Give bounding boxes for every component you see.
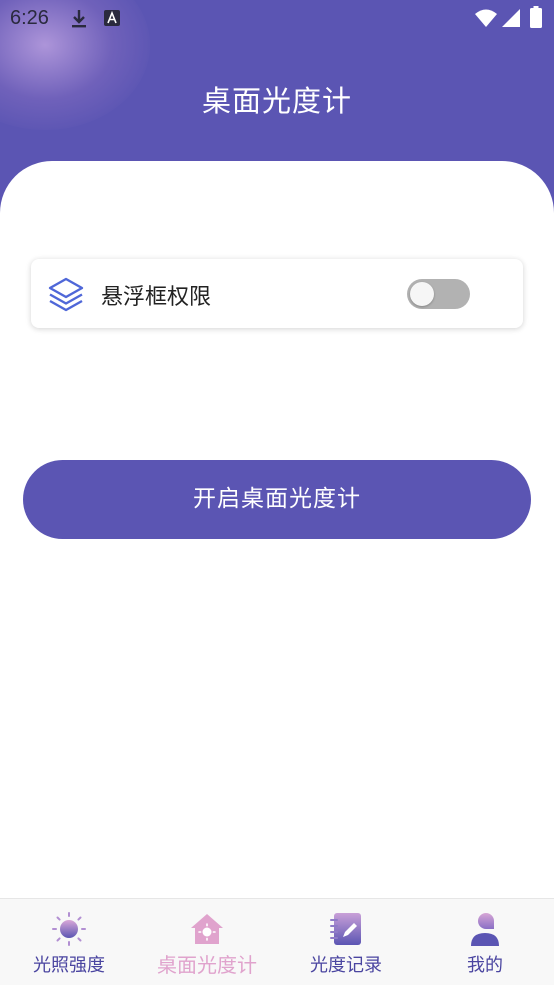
nav-label-light-records: 光度记录 <box>310 955 382 976</box>
bottom-nav: 光照强度 桌面光度计 光度记录 我的 <box>0 898 554 985</box>
start-meter-button[interactable]: 开启桌面光度计 <box>23 460 531 539</box>
nav-item-desktop-meter[interactable]: 桌面光度计 <box>138 899 276 985</box>
nav-item-mine[interactable]: 我的 <box>416 899 554 985</box>
notebook-pen-icon <box>330 913 361 945</box>
sun-icon <box>52 912 86 946</box>
status-bar: 6:26 <box>0 0 554 38</box>
user-icon <box>471 913 499 946</box>
battery-icon <box>530 6 542 28</box>
a-icon <box>104 10 120 26</box>
house-sun-icon <box>191 914 223 944</box>
status-time: 6:26 <box>10 7 49 29</box>
nav-label-mine: 我的 <box>467 955 503 976</box>
download-icon <box>72 10 86 28</box>
permission-toggle[interactable] <box>407 279 470 309</box>
nav-item-light-records[interactable]: 光度记录 <box>277 899 415 985</box>
signal-icon <box>502 9 520 27</box>
permission-label: 悬浮框权限 <box>101 285 212 310</box>
nav-label-light-intensity: 光照强度 <box>33 955 105 976</box>
wifi-icon <box>475 9 497 27</box>
page-title: 桌面光度计 <box>201 84 352 118</box>
nav-item-light-intensity[interactable]: 光照强度 <box>0 899 138 985</box>
layers-icon <box>48 277 84 312</box>
toggle-knob <box>410 282 434 306</box>
nav-label-desktop-meter: 桌面光度计 <box>157 953 257 977</box>
permission-card[interactable]: 悬浮框权限 <box>31 259 523 328</box>
